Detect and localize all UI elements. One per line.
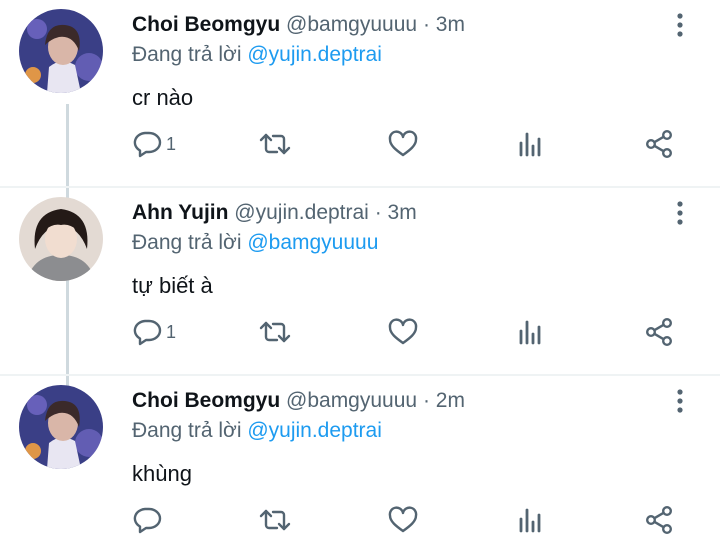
more-icon[interactable] bbox=[668, 12, 692, 38]
tweet-time[interactable]: 3m bbox=[436, 13, 465, 36]
retweet-button[interactable] bbox=[258, 124, 292, 164]
like-button[interactable] bbox=[387, 124, 419, 164]
separator-dot: · bbox=[374, 201, 382, 224]
stats-button[interactable] bbox=[516, 124, 544, 164]
replying-to: Đang trả lời @yujin.deptrai bbox=[132, 418, 382, 444]
tweet-actions: 1 bbox=[0, 312, 720, 352]
retweet-icon bbox=[259, 133, 291, 155]
more-icon[interactable] bbox=[668, 200, 692, 226]
like-button[interactable] bbox=[387, 312, 419, 352]
replying-prefix: Đang trả lời bbox=[132, 43, 242, 66]
share-button[interactable] bbox=[644, 124, 674, 164]
stats-icon bbox=[519, 508, 541, 533]
tweet-actions bbox=[0, 500, 720, 540]
retweet-button[interactable] bbox=[258, 500, 292, 540]
tweet-time[interactable]: 2m bbox=[436, 389, 465, 412]
like-button[interactable] bbox=[387, 500, 419, 540]
stats-button[interactable] bbox=[516, 312, 544, 352]
tweet-header: Choi Beomgyu @bamgyuuuu · 2m bbox=[132, 388, 465, 414]
retweet-icon bbox=[259, 321, 291, 343]
avatar-beomgyu[interactable] bbox=[19, 385, 103, 469]
tweet-text: cr nào bbox=[132, 85, 194, 110]
display-name[interactable]: Ahn Yujin bbox=[132, 201, 228, 224]
tweet-header: Choi Beomgyu @bamgyuuuu · 3m bbox=[132, 12, 465, 38]
more-icon[interactable] bbox=[668, 388, 692, 414]
share-icon bbox=[646, 506, 673, 535]
reply-icon bbox=[133, 131, 162, 158]
retweet-icon bbox=[259, 509, 291, 531]
separator-dot: · bbox=[422, 389, 430, 412]
reply-count: 1 bbox=[166, 321, 177, 342]
stats-button[interactable] bbox=[516, 500, 544, 540]
tweet-text: khùng bbox=[132, 461, 192, 486]
separator-dot: · bbox=[422, 13, 430, 36]
user-handle[interactable]: @bamgyuuuu bbox=[286, 389, 417, 412]
tweet-text: tự biết à bbox=[132, 273, 213, 298]
avatar-beomgyu[interactable] bbox=[19, 9, 103, 93]
replying-prefix: Đang trả lời bbox=[132, 419, 242, 442]
mention-link[interactable]: @yujin.deptrai bbox=[247, 43, 382, 66]
reply-icon bbox=[133, 319, 162, 346]
retweet-button[interactable] bbox=[258, 312, 292, 352]
replying-prefix: Đang trả lời bbox=[132, 231, 242, 254]
tweet-time[interactable]: 3m bbox=[388, 201, 417, 224]
replying-to: Đang trả lời @bamgyuuuu bbox=[132, 230, 378, 256]
tweet-header: Ahn Yujin @yujin.deptrai · 3m bbox=[132, 200, 417, 226]
share-button[interactable] bbox=[644, 312, 674, 352]
reply-button[interactable] bbox=[132, 500, 166, 540]
user-handle[interactable]: @yujin.deptrai bbox=[234, 201, 369, 224]
share-icon bbox=[646, 318, 673, 347]
stats-icon bbox=[519, 320, 541, 345]
like-icon bbox=[388, 318, 418, 345]
reply-button[interactable]: 1 bbox=[132, 124, 176, 164]
stats-icon bbox=[519, 132, 541, 157]
tweet[interactable]: Choi Beomgyu @bamgyuuuu · 2m Đang trả lờ… bbox=[0, 376, 720, 560]
avatar-yujin[interactable] bbox=[19, 197, 103, 281]
replying-to: Đang trả lời @yujin.deptrai bbox=[132, 42, 382, 68]
tweet-actions: 1 bbox=[0, 124, 720, 164]
share-icon bbox=[646, 130, 673, 159]
like-icon bbox=[388, 506, 418, 533]
like-icon bbox=[388, 130, 418, 157]
reply-icon bbox=[133, 507, 162, 534]
reply-button[interactable]: 1 bbox=[132, 312, 176, 352]
mention-link[interactable]: @bamgyuuuu bbox=[247, 231, 378, 254]
tweet[interactable]: Ahn Yujin @yujin.deptrai · 3m Đang trả l… bbox=[0, 188, 720, 376]
mention-link[interactable]: @yujin.deptrai bbox=[247, 419, 382, 442]
user-handle[interactable]: @bamgyuuuu bbox=[286, 13, 417, 36]
display-name[interactable]: Choi Beomgyu bbox=[132, 389, 280, 412]
tweet[interactable]: Choi Beomgyu @bamgyuuuu · 3m Đang trả lờ… bbox=[0, 0, 720, 188]
reply-count: 1 bbox=[166, 133, 177, 154]
share-button[interactable] bbox=[644, 500, 674, 540]
display-name[interactable]: Choi Beomgyu bbox=[132, 13, 280, 36]
